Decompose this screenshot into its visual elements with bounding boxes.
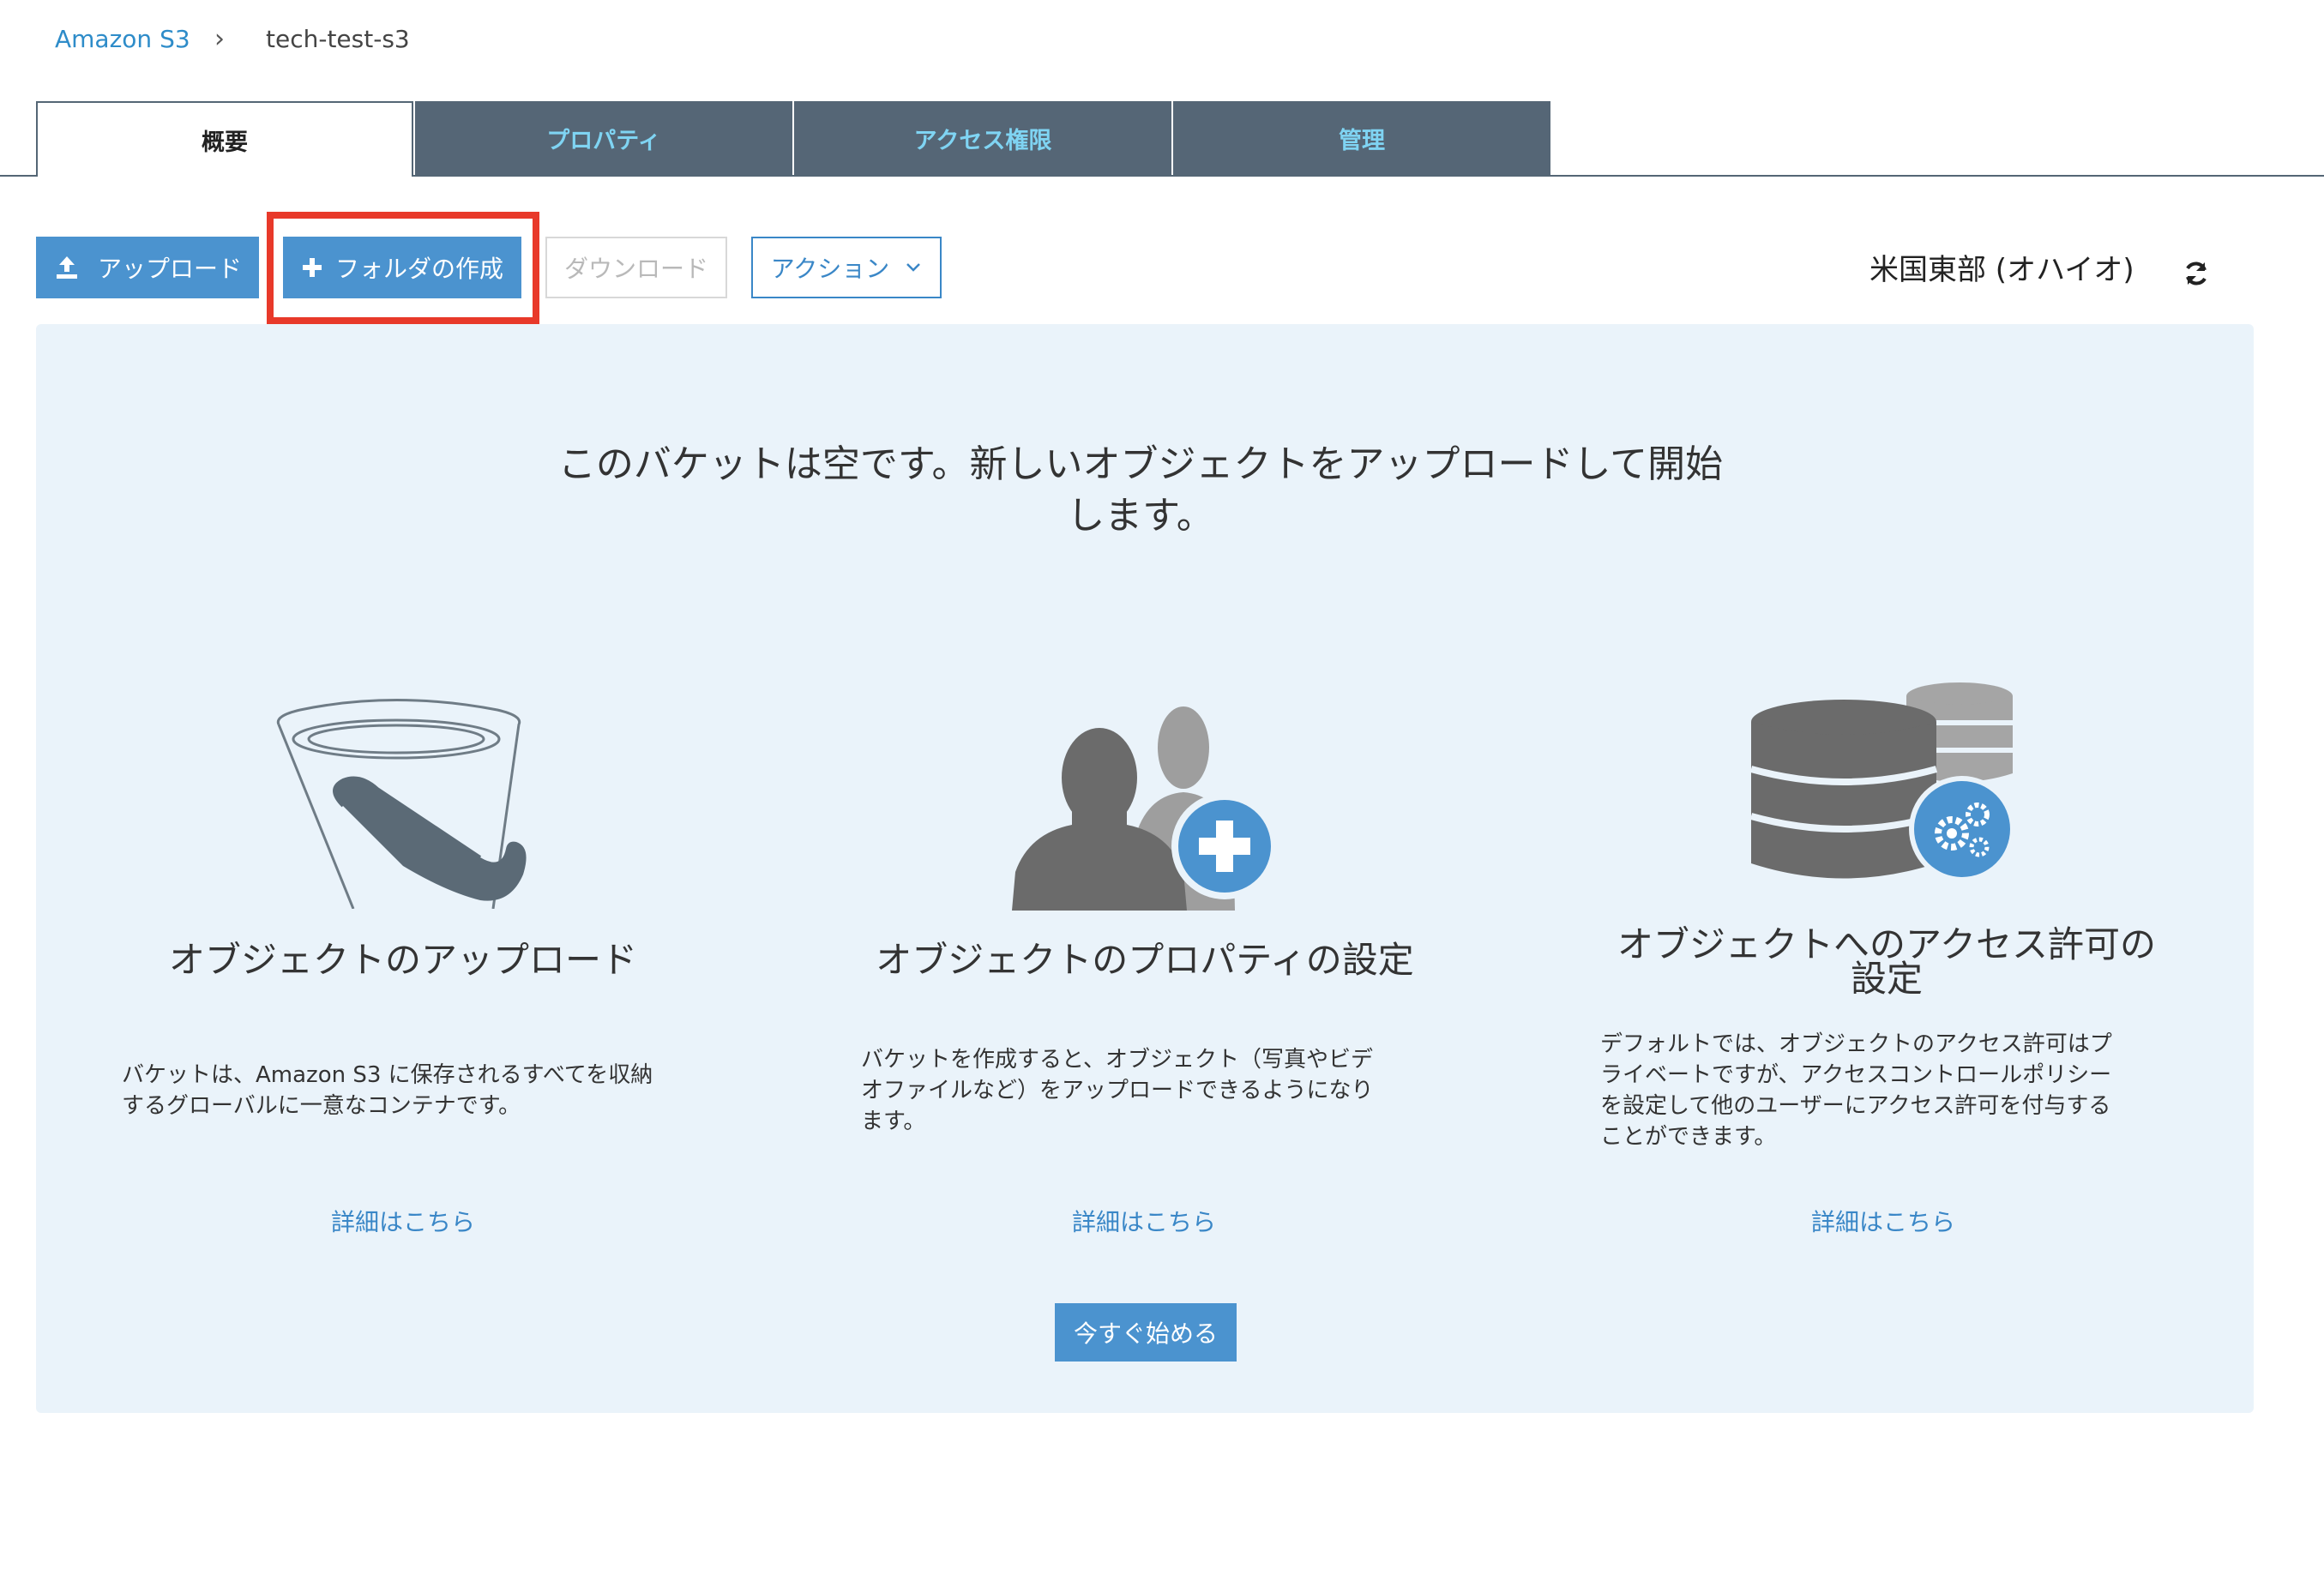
create-folder-button-label: フォルダの作成 (334, 255, 503, 283)
properties-desc-line-3: ます。 (861, 1109, 926, 1134)
properties-desc-line-1: バケットを作成すると、オブジェクト（写真やビデ (861, 1047, 1373, 1073)
permissions-title-line-2: 設定 (1850, 958, 1923, 1000)
download-button[interactable]: ダウンロード (545, 237, 727, 298)
get-started-button[interactable]: 今すぐ始める (1055, 1303, 1237, 1362)
upload-button[interactable]: アップロード (36, 237, 259, 298)
permissions-card-title: オブジェクトへのアクセス許可の 設定 (1586, 923, 2187, 1000)
breadcrumb-separator: › (214, 24, 225, 54)
permissions-desc-line-4: ことができます。 (1600, 1124, 1777, 1150)
permissions-desc-line-2: ライベートですが、アクセスコントロールポリシー (1600, 1062, 2112, 1088)
permissions-learn-more-link[interactable]: 詳細はこちら (1737, 1204, 2029, 1238)
bucket-icon (276, 699, 527, 909)
chevron-down-icon (906, 263, 921, 272)
permissions-desc-line-3: を設定して他のユーザーにアクセス許可を付与する (1600, 1093, 2111, 1119)
properties-learn-more-link[interactable]: 詳細はこちら (998, 1204, 1290, 1238)
properties-desc-line-2: オファイルなど）をアップロードできるようになり (861, 1078, 1374, 1103)
upload-desc-line-2: するグローバルに一意なコンテナです。 (122, 1093, 521, 1119)
breadcrumb-root-link[interactable]: Amazon S3 (55, 22, 190, 57)
actions-dropdown-label: アクション (770, 255, 890, 283)
headline-line-1: このバケットは空です。新しいオブジェクトをアップロードして開始 (557, 442, 1724, 486)
properties-card-desc: バケットを作成すると、オブジェクト（写真やビデ オファイルなど）をアップロードで… (861, 1044, 1461, 1137)
tab-permissions[interactable]: アクセス権限 (794, 101, 1171, 175)
permissions-title-line-1: オブジェクトへのアクセス許可の (1617, 923, 2156, 965)
plus-icon (302, 258, 322, 277)
refresh-icon[interactable] (2182, 259, 2211, 288)
breadcrumb-current: tech-test-s3 (266, 25, 410, 53)
upload-learn-more-link[interactable]: 詳細はこちら (257, 1204, 549, 1238)
tab-properties[interactable]: プロパティ (415, 101, 792, 175)
tab-management[interactable]: 管理 (1173, 101, 1550, 175)
actions-dropdown[interactable]: アクション (751, 237, 942, 298)
upload-card-desc: バケットは、Amazon S3 に保存されるすべてを収納 するグローバルに一意な… (122, 1060, 722, 1121)
region-label: 米国東部 (オハイオ) (1869, 253, 2134, 287)
upload-desc-line-1: バケットは、Amazon S3 に保存されるすべてを収納 (122, 1062, 653, 1088)
users-add-icon (1012, 706, 1278, 911)
upload-icon (56, 256, 77, 279)
permissions-desc-line-1: デフォルトでは、オブジェクトのアクセス許可はプ (1600, 1031, 2112, 1057)
upload-card-title: オブジェクトのアップロード (168, 939, 637, 981)
upload-button-label: アップロード (97, 255, 242, 283)
permissions-card-desc: デフォルトでは、オブジェクトのアクセス許可はプ ライベートですが、アクセスコント… (1600, 1029, 2201, 1152)
headline-line-2: します。 (1067, 494, 1214, 538)
create-folder-button[interactable]: フォルダの作成 (283, 237, 521, 298)
empty-state-headline: このバケットは空です。新しいオブジェクトをアップロードして開始 します。 (515, 439, 1767, 542)
database-settings-icon (1749, 682, 2015, 882)
tab-overview[interactable]: 概要 (36, 101, 413, 177)
properties-card-title: オブジェクトのプロパティの設定 (876, 939, 1414, 981)
